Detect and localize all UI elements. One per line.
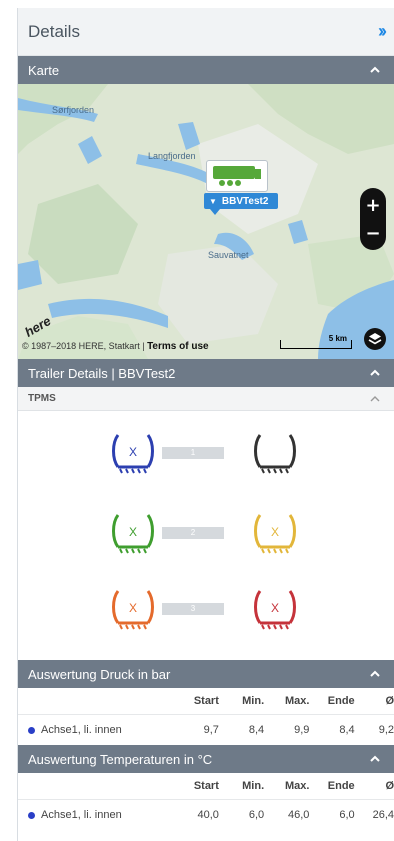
trailer-section-header[interactable]: Trailer Details | BBVTest2 — [18, 359, 394, 387]
column-header: Ende — [327, 695, 355, 707]
heading-arrow-icon: ▼ — [209, 196, 217, 206]
column-header: Max. — [284, 695, 310, 707]
series-dot — [28, 726, 35, 734]
table-cell: 9,2 — [378, 724, 394, 736]
table-cell: 8,4 — [248, 724, 265, 736]
map-section-title: Karte — [28, 62, 60, 78]
column-header: Min. — [242, 695, 265, 707]
map-scale: 5 km — [280, 334, 352, 349]
pressure-section-header[interactable]: Auswertung Druck in bar — [18, 660, 394, 688]
pressure-section-title: Auswertung Druck in bar — [28, 666, 171, 682]
table-cell: 26,4 — [372, 809, 394, 821]
column-header: Ø — [385, 780, 394, 792]
tire-status-mark: X — [271, 525, 279, 539]
row-label: Achse1, li. innen — [41, 809, 122, 821]
temperature-section-title: Auswertung Temperaturen in °C — [28, 751, 213, 767]
vehicle-label-tag: ▼ BBVTest2 — [204, 193, 278, 209]
tire-icon[interactable]: X — [110, 431, 156, 477]
axle-number: 2 — [162, 527, 224, 539]
table-cell: 46,0 — [287, 809, 310, 821]
tire-status-mark: X — [129, 601, 137, 615]
zoom-control: + − — [360, 188, 386, 250]
column-header: Min. — [242, 780, 265, 792]
temperature-table-header: Start Min. Max. Ende Ø — [18, 773, 394, 800]
table-cell: 9,7 — [203, 724, 219, 736]
tire-status-mark: X — [129, 445, 137, 459]
details-header: Details ›› — [18, 8, 394, 56]
zoom-out-button[interactable]: − — [360, 220, 386, 246]
details-title: Details — [28, 21, 80, 41]
tire-icon[interactable]: X — [110, 587, 156, 633]
tpms-title: TPMS — [28, 393, 56, 404]
table-row: Achse1, li. innen 40,0 6,0 46,0 6,0 26,4 — [18, 800, 394, 830]
pressure-table-header: Start Min. Max. Ende Ø — [18, 688, 394, 715]
column-header: Ende — [327, 780, 355, 792]
vehicle-label: BBVTest2 — [221, 195, 269, 207]
row-label: Achse1, li. innen — [41, 724, 122, 736]
table-cell: 40,0 — [197, 809, 219, 821]
map-copyright: © 1987–2018 HERE, Statkart | — [22, 341, 145, 351]
column-header: Start — [193, 695, 219, 707]
series-dot — [28, 811, 35, 819]
truck-icon — [206, 160, 268, 192]
chevron-up-icon[interactable] — [368, 366, 382, 380]
tire-status-mark: X — [129, 525, 137, 539]
axle-number: 1 — [162, 447, 224, 459]
tire-icon[interactable]: X — [252, 511, 298, 557]
tire-icon[interactable]: X — [110, 511, 156, 557]
vehicle-marker[interactable]: ▼ BBVTest2 — [204, 160, 278, 220]
layers-icon — [368, 333, 382, 345]
chevron-up-icon[interactable] — [368, 63, 382, 77]
column-header: Ø — [385, 695, 394, 707]
column-header: Max. — [284, 780, 310, 792]
axle-row: X 2 X — [110, 511, 300, 561]
chevron-up-icon[interactable] — [368, 667, 382, 681]
axle-row: X 3 X — [110, 587, 300, 637]
column-header: Start — [193, 780, 219, 792]
map-canvas — [18, 84, 394, 359]
temperature-section-header[interactable]: Auswertung Temperaturen in °C — [18, 745, 394, 773]
table-cell: 6,0 — [248, 809, 265, 821]
map-place-label: Sauvatnet — [208, 250, 249, 260]
tpms-header[interactable]: TPMS — [18, 387, 394, 411]
axle-row: X 1 — [110, 431, 300, 481]
table-row: Achse1, li. innen 9,7 8,4 9,9 8,4 9,2 — [18, 715, 394, 745]
layers-button[interactable] — [364, 328, 386, 350]
map-place-label: Langfjorden — [148, 151, 196, 161]
details-panel: Details ›› Karte Sørfjorden Langfjorden … — [17, 8, 394, 841]
axle-number: 3 — [162, 603, 224, 615]
terms-of-use-link[interactable]: Terms of use — [147, 341, 209, 352]
tire-icon[interactable]: X — [252, 587, 298, 633]
map-scale-label: 5 km — [328, 334, 347, 343]
map-attribution: © 1987–2018 HERE, Statkart | Terms of us… — [22, 341, 209, 352]
tpms-diagram: X 1 X 2 X X 3 X — [18, 411, 394, 660]
table-cell: 6,0 — [339, 809, 355, 821]
tire-icon[interactable] — [252, 431, 298, 477]
map-view[interactable]: Sørfjorden Langfjorden Sauvatnet ▼ BBVTe… — [18, 84, 394, 359]
chevron-up-icon[interactable] — [368, 392, 382, 406]
map-section-header[interactable]: Karte — [18, 56, 394, 84]
map-place-label: Sørfjorden — [52, 105, 95, 115]
trailer-section-title: Trailer Details | BBVTest2 — [28, 365, 176, 381]
table-cell: 8,4 — [339, 724, 355, 736]
double-chevron-right-icon[interactable]: ›› — [378, 21, 387, 42]
tire-status-mark: X — [271, 601, 279, 615]
table-cell: 9,9 — [294, 724, 310, 736]
zoom-in-button[interactable]: + — [360, 192, 386, 218]
chevron-up-icon[interactable] — [368, 752, 382, 766]
